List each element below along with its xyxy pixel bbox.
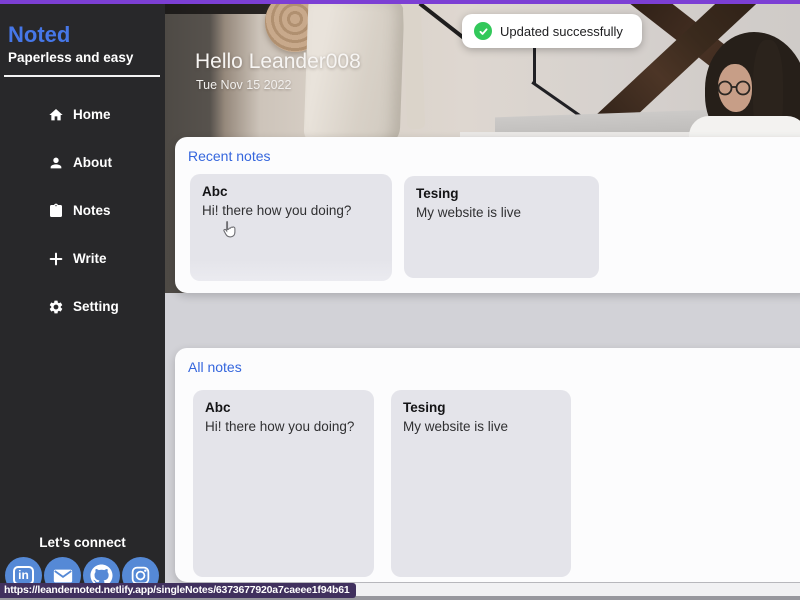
sidebar-item-label: Setting xyxy=(73,299,119,314)
all-notes-panel: All notes Abc Hi! there how you doing? T… xyxy=(175,348,800,582)
gear-icon xyxy=(48,299,64,315)
user-icon xyxy=(48,155,64,171)
section-title: Recent notes xyxy=(188,148,271,164)
sidebar-item-label: About xyxy=(73,155,112,170)
note-title: Tesing xyxy=(403,400,559,415)
sidebar-item-setting[interactable]: Setting xyxy=(48,298,119,315)
connect-label: Let's connect xyxy=(0,535,165,550)
home-icon xyxy=(48,107,64,123)
date-text: Tue Nov 15 2022 xyxy=(196,78,291,92)
note-title: Abc xyxy=(202,184,380,199)
app-tagline: Paperless and easy xyxy=(8,50,133,65)
sidebar-nav: Home About Notes Write Setting xyxy=(48,106,119,315)
hand-cursor-icon xyxy=(220,220,238,240)
sidebar-item-write[interactable]: Write xyxy=(48,250,119,267)
hero-garment-2 xyxy=(403,4,425,129)
plus-icon xyxy=(48,251,64,267)
hero-person-glasses xyxy=(715,80,755,96)
notes-icon xyxy=(48,203,64,219)
sidebar-item-home[interactable]: Home xyxy=(48,106,119,123)
greeting-text: Hello Leander008 xyxy=(195,50,361,74)
note-card[interactable]: Tesing My website is live xyxy=(404,176,599,278)
note-body: My website is live xyxy=(416,205,587,220)
hero-garment xyxy=(303,4,404,148)
note-card[interactable]: Tesing My website is live xyxy=(391,390,571,577)
hero-wire xyxy=(531,81,582,118)
top-accent-bar xyxy=(0,0,800,4)
sidebar-item-notes[interactable]: Notes xyxy=(48,202,119,219)
sidebar-divider xyxy=(4,75,160,77)
note-body: My website is live xyxy=(403,419,559,434)
link-status-bar: https://leandernoted.netlify.app/singleN… xyxy=(0,583,356,598)
note-body: Hi! there how you doing? xyxy=(202,203,380,218)
note-card[interactable]: Abc Hi! there how you doing? xyxy=(193,390,374,577)
success-check-icon xyxy=(474,22,492,40)
note-title: Tesing xyxy=(416,186,587,201)
app-window: Noted Paperless and easy Home About Note… xyxy=(0,0,800,600)
sidebar-item-label: Notes xyxy=(73,203,111,218)
app-logo: Noted xyxy=(8,22,70,48)
sidebar-item-label: Write xyxy=(73,251,107,266)
toast-notification: Updated successfully xyxy=(462,14,642,48)
toast-message: Updated successfully xyxy=(500,24,623,39)
sidebar-item-label: Home xyxy=(73,107,111,122)
recent-notes-panel: Recent notes Abc Hi! there how you doing… xyxy=(175,137,800,293)
section-title: All notes xyxy=(188,359,242,375)
note-card[interactable]: Abc Hi! there how you doing? xyxy=(190,174,392,281)
sidebar-item-about[interactable]: About xyxy=(48,154,119,171)
note-title: Abc xyxy=(205,400,362,415)
note-body: Hi! there how you doing? xyxy=(205,419,362,434)
sidebar: Noted Paperless and easy Home About Note… xyxy=(0,4,165,583)
